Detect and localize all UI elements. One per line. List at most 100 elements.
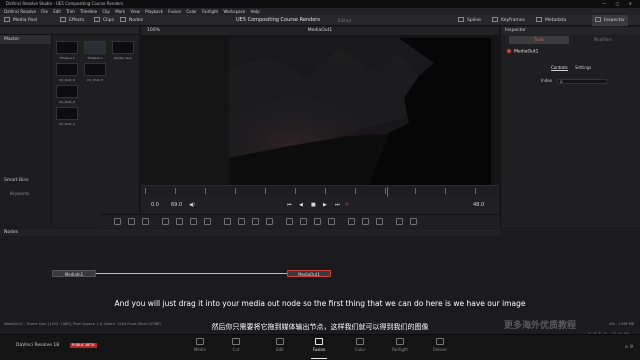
scene-silhouette: [229, 38, 491, 185]
media-in-node[interactable]: MediaIn1: [52, 270, 96, 277]
clip-thumbnail[interactable]: [84, 41, 106, 54]
menu-item[interactable]: Fusion: [168, 8, 181, 15]
transform-tool-icon[interactable]: [204, 218, 211, 225]
clip-thumbnail[interactable]: [56, 85, 78, 98]
subtab-controls[interactable]: Controls: [551, 65, 568, 71]
clip-thumbnail[interactable]: [112, 41, 134, 54]
stop-icon[interactable]: ■: [311, 197, 316, 214]
metadata-icon: [536, 17, 542, 22]
fairlight-page-icon: [396, 338, 404, 345]
smart-bins-label[interactable]: Smart Bins: [4, 178, 29, 183]
light-tool-icon[interactable]: [362, 218, 369, 225]
viewer-zoom[interactable]: 100%: [147, 27, 160, 35]
page-fairlight[interactable]: Fairlight: [380, 338, 420, 352]
duration-field[interactable]: 69.0: [171, 197, 182, 214]
clip-thumbnail[interactable]: [84, 63, 106, 76]
page-label: Fusion: [312, 347, 326, 352]
merge-tool-icon[interactable]: [162, 218, 169, 225]
clips-button[interactable]: Clips: [94, 15, 114, 26]
particles-tool-icon[interactable]: [314, 218, 321, 225]
edit-page-icon: [276, 338, 284, 345]
settings-gear-icon[interactable]: ⌂ ⚙: [625, 344, 634, 350]
tracker-tool-icon[interactable]: [286, 218, 293, 225]
menu-item[interactable]: Workspace: [223, 8, 245, 15]
index-field[interactable]: 0: [557, 78, 608, 84]
clips-label: Clips: [103, 18, 114, 23]
effects-label: Effects: [69, 18, 85, 23]
text-tool-icon[interactable]: [142, 218, 149, 225]
page-fusion[interactable]: Fusion: [299, 338, 339, 359]
ruler-tick: [205, 188, 206, 194]
nodes-button[interactable]: Nodes: [120, 15, 143, 26]
tab-tools[interactable]: Tools: [509, 36, 569, 44]
menu-item[interactable]: Clip: [102, 8, 110, 15]
inspector-button[interactable]: Inspector: [592, 15, 628, 26]
menu-item[interactable]: Timeline: [80, 8, 97, 15]
clip-name: Timeline 1: [87, 56, 103, 60]
keyer-tool-icon[interactable]: [300, 218, 307, 225]
bin-master[interactable]: Master: [0, 35, 51, 44]
keyframes-icon: [492, 17, 498, 22]
nodes-header: Nodes: [0, 229, 500, 236]
page-cut[interactable]: Cut: [216, 338, 256, 352]
tab-modifiers[interactable]: Modifiers: [573, 36, 633, 44]
menu-item[interactable]: Edit: [53, 8, 61, 15]
clip-thumbnail[interactable]: [56, 63, 78, 76]
bspline-mask-icon[interactable]: [266, 218, 273, 225]
page-edit[interactable]: Edit: [260, 338, 300, 352]
go-end-icon[interactable]: ⏭: [335, 197, 340, 214]
polygon-mask-icon[interactable]: [252, 218, 259, 225]
audio-icon[interactable]: ◀): [189, 197, 195, 214]
metadata-button[interactable]: Metadata: [536, 15, 566, 26]
spline-button[interactable]: Spline: [458, 15, 481, 26]
clip-thumbnail[interactable]: [56, 41, 78, 54]
page-deliver[interactable]: Deliver: [420, 338, 460, 352]
clips-icon: [94, 17, 100, 22]
time-ruler[interactable]: [141, 185, 499, 197]
effects-button[interactable]: Effects: [60, 15, 84, 26]
camera-tool-icon[interactable]: [348, 218, 355, 225]
menu-item[interactable]: Playback: [145, 8, 163, 15]
grid-tool-icon[interactable]: [410, 218, 417, 225]
playhead[interactable]: [387, 187, 388, 197]
menu-item[interactable]: Color: [186, 8, 196, 15]
ruler-tick: [385, 188, 386, 194]
menu-item[interactable]: Fairlight: [202, 8, 218, 15]
media-out-node[interactable]: MediaOut1: [287, 270, 331, 277]
top-toolbar: Media Pool Effects Clips Nodes UE5 Compo…: [0, 15, 640, 26]
keyframes-button[interactable]: Keyframes: [492, 15, 525, 26]
menu-item[interactable]: Trim: [66, 8, 75, 15]
blur-tool-icon[interactable]: [176, 218, 183, 225]
step-back-icon[interactable]: ◀: [299, 197, 303, 214]
shape-tool-icon[interactable]: [396, 218, 403, 225]
paint-tool-icon[interactable]: [128, 218, 135, 225]
page-color[interactable]: Color: [340, 338, 380, 352]
window-controls[interactable]: — ▢ ✕: [602, 0, 636, 8]
render3d-tool-icon[interactable]: [376, 218, 383, 225]
node-connection[interactable]: [96, 273, 287, 274]
menu-item[interactable]: File: [41, 8, 48, 15]
ellipse-mask-icon[interactable]: [238, 218, 245, 225]
menu-item[interactable]: DaVinci Resolve: [4, 8, 36, 15]
viewer-panel: [141, 35, 499, 185]
background-tool-icon[interactable]: [114, 218, 121, 225]
media-pool-button[interactable]: Media Pool: [4, 15, 37, 26]
go-start-icon[interactable]: ⏮: [287, 197, 292, 214]
clip-thumbnail[interactable]: [56, 107, 78, 120]
resolve-window: DaVinci Resolve Studio - UE5 Compositing…: [0, 0, 640, 360]
page-label: Edit: [276, 347, 284, 352]
menu-item[interactable]: View: [130, 8, 140, 15]
menu-item[interactable]: Help: [251, 8, 260, 15]
3d-tool-icon[interactable]: [328, 218, 335, 225]
subtab-settings[interactable]: Settings: [575, 65, 591, 70]
menu-item[interactable]: Mark: [115, 8, 125, 15]
viewer-image[interactable]: [229, 38, 491, 185]
color-corrector-icon[interactable]: [190, 218, 197, 225]
rectangle-mask-icon[interactable]: [224, 218, 231, 225]
keywords-bin[interactable]: Keywords: [10, 191, 29, 196]
play-icon[interactable]: ▶: [323, 197, 327, 214]
current-frame[interactable]: 48.0: [473, 197, 484, 214]
loop-icon[interactable]: ⟳: [345, 197, 349, 214]
start-time[interactable]: 0.0: [151, 197, 159, 214]
page-media[interactable]: Media: [180, 338, 220, 352]
